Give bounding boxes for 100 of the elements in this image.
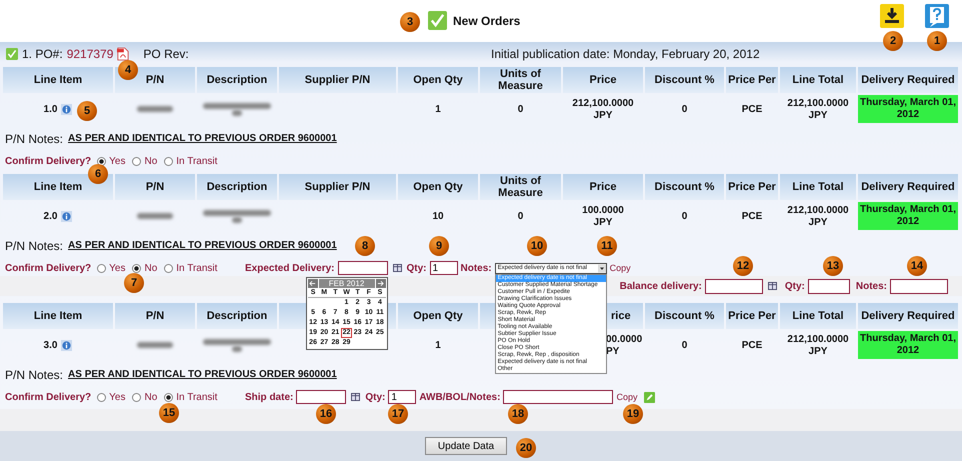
radio-label[interactable]: In Transit (176, 156, 218, 166)
radio-button[interactable] (164, 264, 174, 272)
table-cell: 0 (682, 210, 688, 222)
column-header: Description (197, 174, 277, 200)
table-cell: 1 (435, 340, 441, 350)
column-header: Line Total (780, 303, 856, 329)
prev-month-button[interactable] (308, 279, 318, 288)
download-icon[interactable] (880, 4, 904, 28)
field-label: Qty: (365, 392, 386, 402)
radio-button[interactable] (132, 264, 142, 272)
column-header: Line Total (780, 174, 856, 200)
radio-label[interactable]: No (144, 392, 158, 402)
column-header: Discount % (645, 67, 724, 93)
field-label: Balance delivery: (620, 280, 702, 292)
radio-button[interactable] (97, 264, 106, 272)
input-field[interactable]: 1 (430, 261, 458, 275)
input-field[interactable] (296, 390, 346, 404)
check-icon (6, 48, 18, 60)
input-field[interactable] (890, 278, 948, 294)
column-header: P/N (115, 174, 195, 200)
input-field[interactable] (808, 278, 850, 294)
table-cell: 0 (682, 340, 688, 350)
column-header: Units of Measure (480, 67, 561, 93)
info-icon[interactable] (61, 340, 72, 350)
field-label: Qty: (406, 262, 426, 274)
radio-button[interactable] (164, 156, 174, 166)
info-icon[interactable] (61, 104, 72, 114)
notes-label: P/N Notes: (5, 368, 64, 382)
pdf-icon[interactable] (117, 47, 130, 61)
radio-label[interactable]: No (144, 156, 158, 166)
help-icon[interactable] (925, 4, 949, 28)
publication-date: Initial publication date: Monday, February 20, 2012 (491, 47, 760, 61)
table-cell: JPY (808, 346, 828, 356)
copy-link[interactable]: Copy (616, 392, 638, 402)
radio-button[interactable] (97, 156, 106, 166)
next-month-button[interactable] (376, 279, 386, 288)
radio-button[interactable] (132, 156, 142, 166)
column-header: Description (197, 303, 277, 329)
column-header: Delivery Required (858, 67, 958, 93)
table-cell: JPY (808, 216, 828, 228)
table-cell: PCE (742, 104, 762, 114)
update-data-button[interactable]: Update Data (424, 437, 508, 455)
column-header: Discount % (645, 303, 724, 329)
column-header: Discount % (645, 174, 724, 200)
column-header: Delivery Required (858, 174, 958, 200)
column-header: Supplier P/N (279, 174, 396, 200)
input-field[interactable] (338, 261, 388, 275)
notes-text: AS PER AND IDENTICAL TO PREVIOUS ORDER 9600001 (68, 133, 337, 144)
table-cell: 100.0000 (582, 204, 624, 216)
callout-badge: 1 (927, 31, 947, 51)
radio-label[interactable]: Yes (109, 156, 126, 166)
field-label: Notes: (856, 280, 887, 292)
column-header: Line Total (780, 67, 856, 93)
radio-button[interactable] (132, 392, 142, 402)
notes-label: P/N Notes: (5, 238, 64, 252)
notes-text: AS PER AND IDENTICAL TO PREVIOUS ORDER 9600001 (68, 369, 337, 380)
notes-label: P/N Notes: (5, 132, 64, 146)
blurred-text (137, 106, 173, 112)
radio-label[interactable]: Yes (109, 392, 126, 402)
table-cell: PCE (742, 210, 762, 222)
table-cell: 212,100.0000 (787, 334, 849, 344)
column-header: Price Per (726, 67, 778, 93)
input-field[interactable] (704, 278, 763, 294)
copy-link[interactable]: Copy (610, 263, 631, 273)
line-item: 2.0 (44, 210, 58, 222)
table-cell: 212,100.0000 (787, 204, 849, 216)
confirm-label: Confirm Delivery? (5, 262, 92, 274)
radio-label[interactable]: In Transit (176, 392, 218, 402)
check-icon (428, 11, 447, 30)
field-label: AWB/BOL/Notes: (419, 392, 500, 402)
radio-label[interactable]: No (144, 262, 158, 274)
column-header: Open Qty (398, 67, 478, 93)
table-cell: 1 (435, 104, 441, 114)
radio-label[interactable]: In Transit (176, 262, 218, 274)
column-header: Line Item (3, 67, 113, 93)
field-label: Qty: (784, 280, 805, 292)
blurred-text (137, 213, 173, 219)
radio-label[interactable]: Yes (109, 262, 126, 274)
column-header: P/N (115, 303, 195, 329)
info-icon[interactable] (61, 210, 72, 222)
field-label: Notes: (460, 262, 492, 274)
calendar-icon[interactable] (351, 393, 360, 401)
radio-button[interactable] (164, 392, 174, 402)
calendar-icon[interactable] (392, 264, 402, 272)
column-header: Open Qty (398, 303, 478, 329)
field-label: Ship date: (245, 392, 294, 402)
input-field[interactable] (503, 390, 614, 404)
column-header: Price Per (726, 303, 778, 329)
po-number[interactable]: 9217379 (66, 47, 114, 61)
delivery-date: Thursday, March 01, 2012 (858, 331, 958, 359)
radio-button[interactable] (97, 392, 106, 402)
field-label: Expected Delivery: (245, 262, 334, 274)
table-cell: 00.0000 (606, 334, 642, 344)
calendar-icon[interactable] (768, 282, 777, 290)
calendar-month: FEB 2012 (318, 279, 374, 288)
input-field[interactable]: 1 (388, 390, 416, 404)
column-header: Price (563, 174, 643, 200)
delivery-date: Thursday, March 01, 2012 (858, 202, 958, 230)
caret-icon[interactable] (598, 264, 606, 272)
callout-badge: 2 (883, 31, 903, 51)
